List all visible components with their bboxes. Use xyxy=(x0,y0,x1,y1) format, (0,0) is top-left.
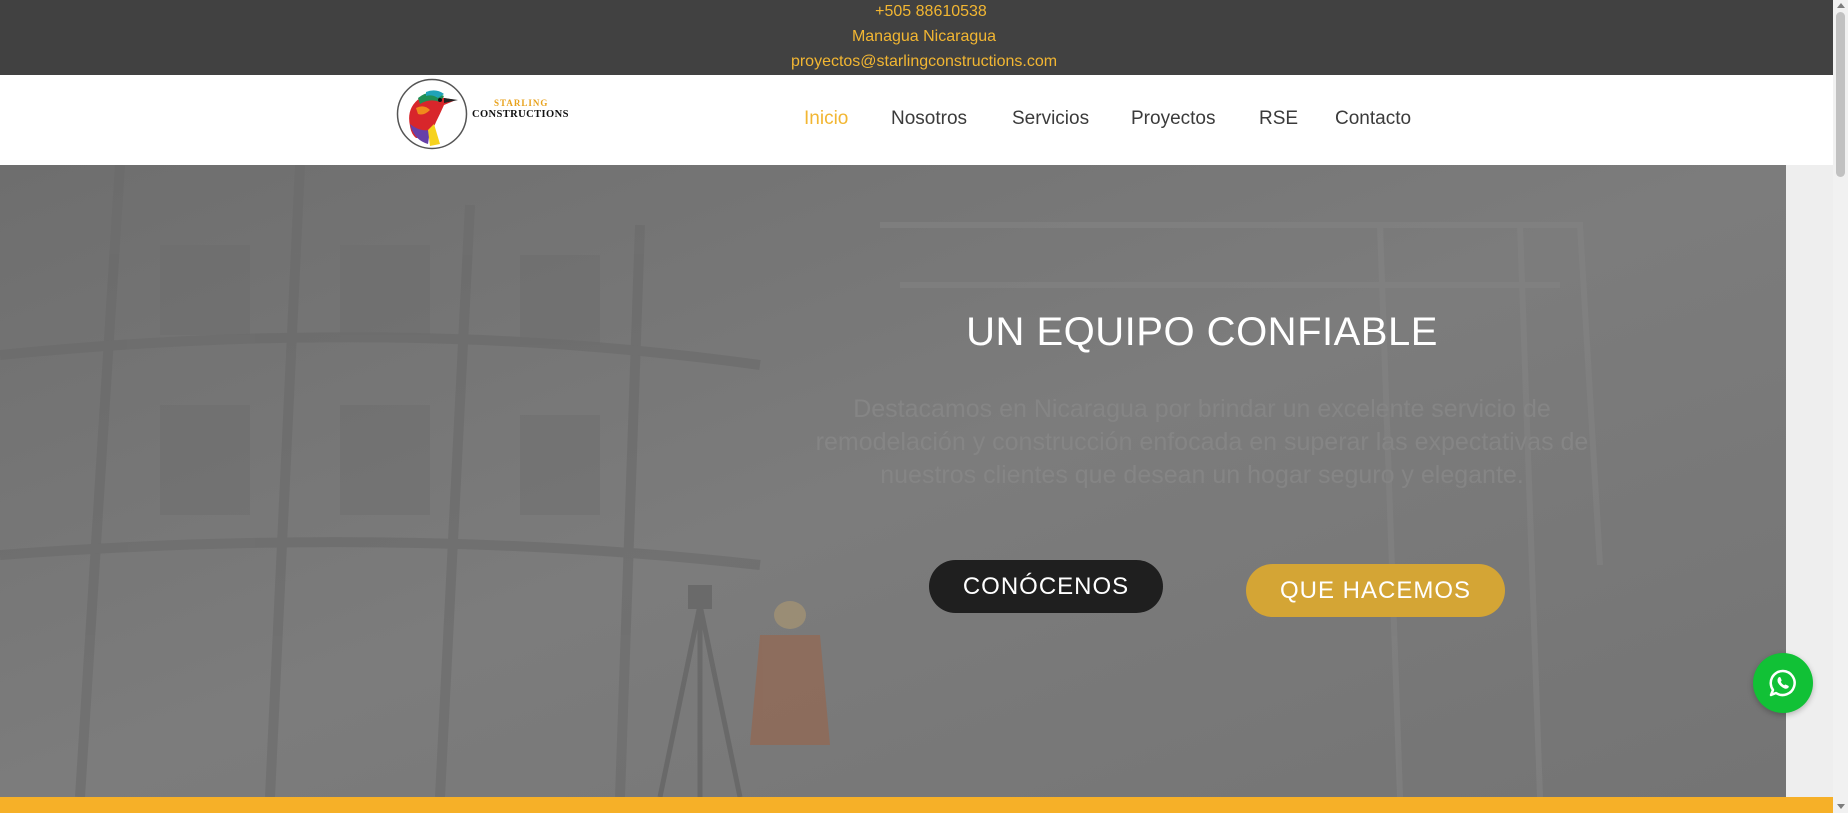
nav-item-nosotros[interactable]: Nosotros xyxy=(891,108,967,130)
location-text: Managua Nicaragua xyxy=(851,28,997,45)
logo-line-1: STARLING xyxy=(494,98,549,108)
email-link[interactable]: proyectos@starlingconstructions.com xyxy=(791,53,1057,70)
logo-line-2: CONSTRUCTIONS xyxy=(472,109,569,120)
hero-title: UN EQUIPO CONFIABLE xyxy=(966,310,1438,354)
page-scrollbar[interactable] xyxy=(1833,0,1848,813)
nav-item-proyectos[interactable]: Proyectos xyxy=(1131,108,1215,130)
hero-slider: UN EQUIPO CONFIABLE Destacamos en Nicara… xyxy=(0,165,1786,797)
site-header: STARLING CONSTRUCTIONS Inicio Nosotros S… xyxy=(0,75,1833,165)
phone-number[interactable]: +505 88610538 xyxy=(875,3,987,20)
nav-item-servicios[interactable]: Servicios xyxy=(1012,108,1089,130)
starling-bird-logo-icon xyxy=(396,78,468,150)
nav-item-rse[interactable]: RSE xyxy=(1259,108,1298,130)
scrollbar-thumb[interactable] xyxy=(1836,12,1845,177)
nav-item-inicio[interactable]: Inicio xyxy=(804,108,848,130)
conocenos-button[interactable]: CONÓCENOS xyxy=(929,560,1163,613)
scroll-down-arrow-icon[interactable] xyxy=(1837,804,1845,809)
whatsapp-button[interactable] xyxy=(1753,653,1813,713)
logo-text: STARLING CONSTRUCTIONS xyxy=(472,98,569,120)
top-contact-bar: +505 88610538 Managua Nicaragua proyecto… xyxy=(0,0,1833,75)
nav-item-contacto[interactable]: Contacto xyxy=(1335,108,1411,130)
que-hacemos-button[interactable]: QUE HACEMOS xyxy=(1246,564,1505,617)
scroll-up-arrow-icon[interactable] xyxy=(1837,3,1845,8)
next-section-band xyxy=(0,797,1833,813)
hero-description: Destacamos en Nicaragua por brindar un e… xyxy=(815,395,1589,489)
whatsapp-icon xyxy=(1769,669,1796,697)
site-logo[interactable]: STARLING CONSTRUCTIONS xyxy=(396,78,576,154)
